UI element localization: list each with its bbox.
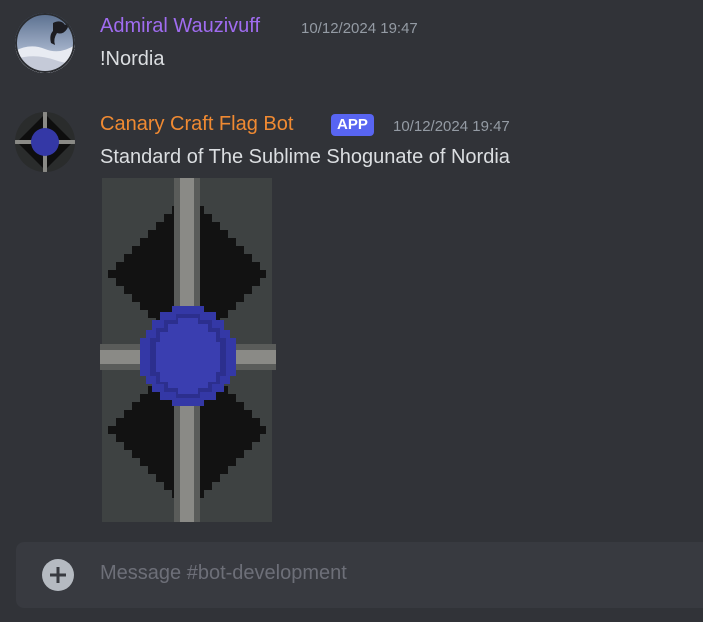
- message-content: Standard of The Sublime Shogunate of Nor…: [100, 146, 510, 168]
- message-composer[interactable]: Message #bot-development: [16, 542, 703, 608]
- message-input[interactable]: Message #bot-development: [100, 562, 347, 585]
- author-name[interactable]: Canary Craft Flag Bot: [100, 113, 293, 136]
- author-name[interactable]: Admiral Wauzivuff: [100, 15, 260, 38]
- banner-image-attachment[interactable]: [100, 178, 276, 522]
- bot-avatar[interactable]: [15, 112, 75, 172]
- plus-circle-icon[interactable]: [42, 559, 74, 591]
- app-badge: APP: [331, 114, 374, 136]
- user-avatar[interactable]: [15, 13, 75, 73]
- message-timestamp: 10/12/2024 19:47: [301, 20, 418, 37]
- message-content: !Nordia: [100, 48, 165, 70]
- message-timestamp: 10/12/2024 19:47: [393, 118, 510, 135]
- message-user: Admiral Wauzivuff 10/12/2024 19:47 !Nord…: [0, 0, 703, 90]
